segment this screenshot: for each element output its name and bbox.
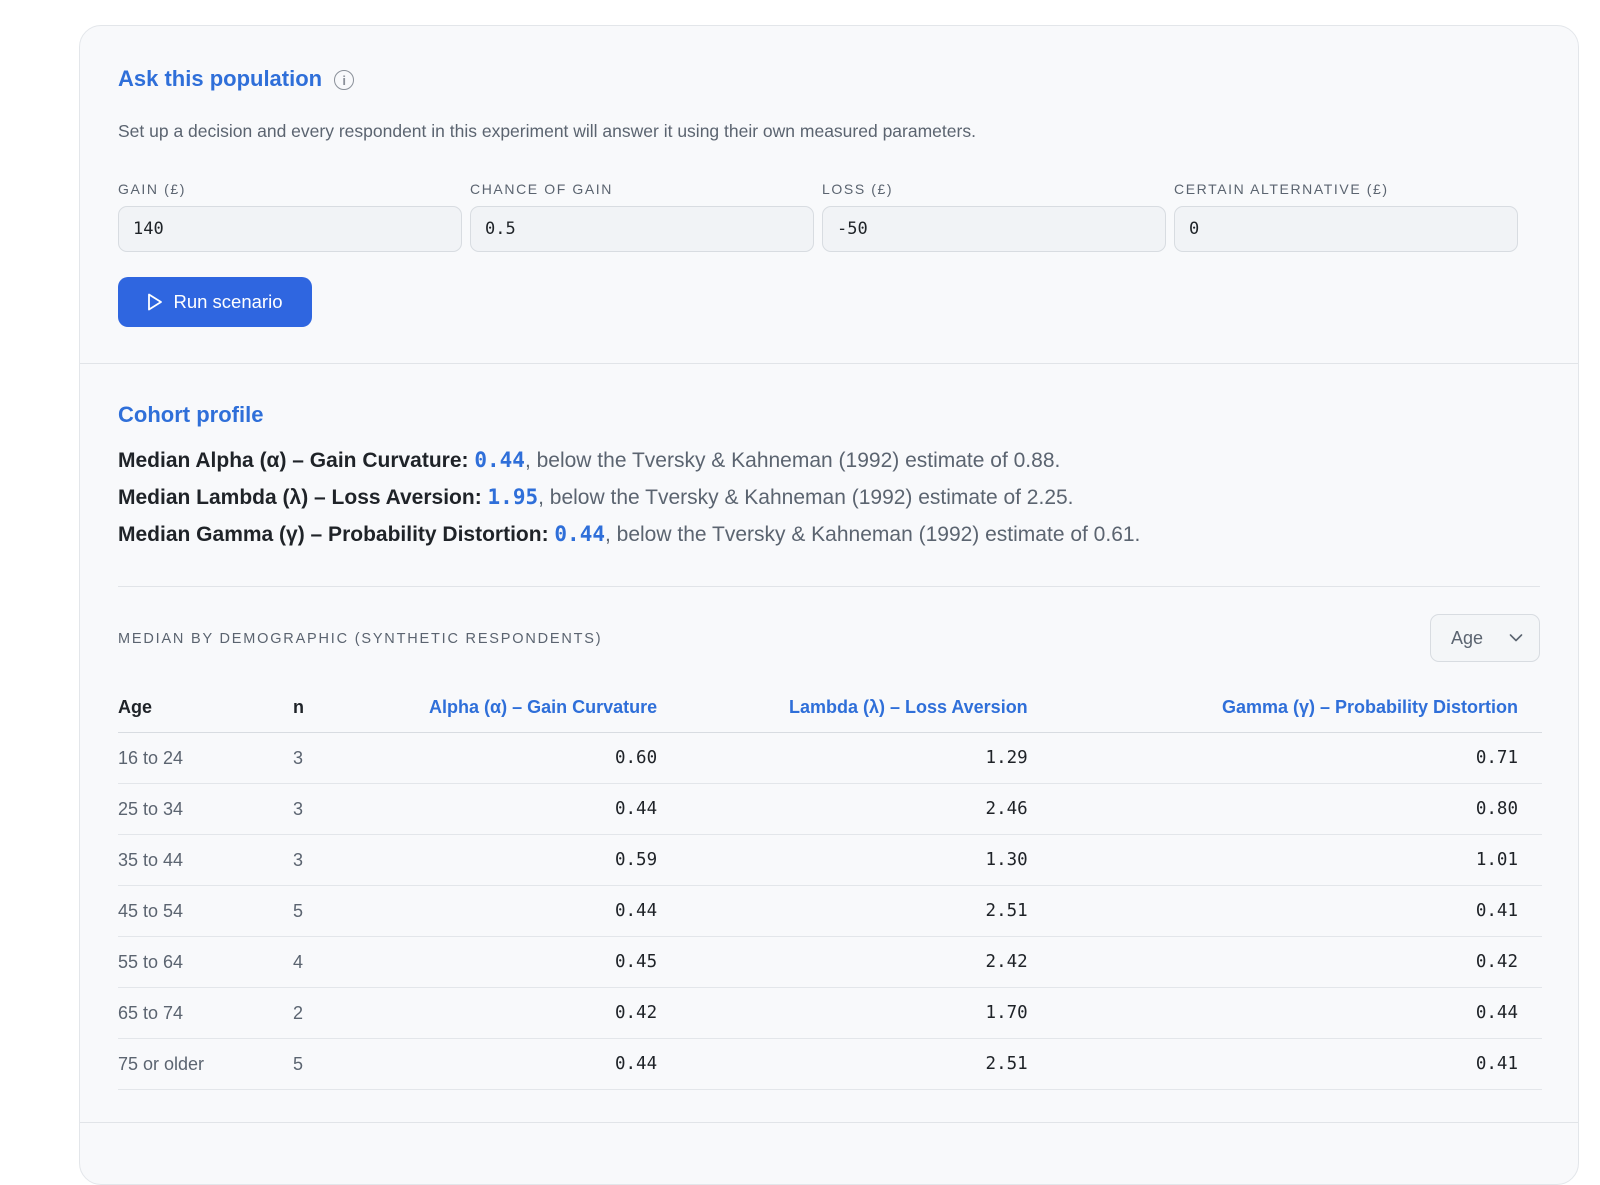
table-row: 75 or older 5 0.44 2.51 0.41 xyxy=(118,1038,1542,1090)
table-row: 55 to 64 4 0.45 2.42 0.42 xyxy=(118,936,1542,988)
cell-lambda: 1.30 xyxy=(657,834,1028,886)
loss-input[interactable]: -50 xyxy=(822,206,1166,252)
table-row: 16 to 24 3 0.60 1.29 0.71 xyxy=(118,732,1542,784)
demographic-select-value: Age xyxy=(1451,627,1484,648)
cell-n: 3 xyxy=(293,834,372,886)
gain-field: GAIN (£) 140 xyxy=(118,181,462,252)
chevron-down-icon xyxy=(1509,634,1523,642)
chance-input[interactable]: 0.5 xyxy=(470,206,814,252)
cell-gamma: 0.41 xyxy=(1027,885,1542,937)
cell-age: 35 to 44 xyxy=(118,834,294,886)
cell-age: 75 or older xyxy=(118,1038,294,1090)
certain-alternative-label: CERTAIN ALTERNATIVE (£) xyxy=(1174,181,1389,197)
cell-alpha: 0.59 xyxy=(371,834,658,886)
stat-alpha-label: Median Alpha (α) – Gain Curvature: xyxy=(118,449,469,472)
cell-lambda: 2.51 xyxy=(657,885,1028,937)
cell-lambda: 2.46 xyxy=(657,783,1028,835)
stat-alpha-suffix: , below the Tversky & Kahneman (1992) es… xyxy=(524,449,1061,472)
cell-gamma: 0.44 xyxy=(1027,987,1542,1039)
col-n-header[interactable]: n xyxy=(293,682,372,733)
cell-age: 25 to 34 xyxy=(118,783,294,835)
certain-alternative-field: CERTAIN ALTERNATIVE (£) 0 xyxy=(1174,181,1518,252)
cell-alpha: 0.45 xyxy=(371,936,658,988)
demographic-table: Age n Alpha (α) – Gain Curvature Lambda … xyxy=(118,682,1542,1090)
table-row: 35 to 44 3 0.59 1.30 1.01 xyxy=(118,834,1542,886)
cell-n: 3 xyxy=(293,732,372,784)
info-circle-icon[interactable]: i xyxy=(334,70,355,90)
run-scenario-button[interactable]: Run scenario xyxy=(118,277,312,327)
cell-alpha: 0.42 xyxy=(371,987,658,1039)
stat-alpha-value: 0.44 xyxy=(474,448,525,472)
stat-lambda-label: Median Lambda (λ) – Loss Aversion: xyxy=(118,486,482,509)
gain-input[interactable]: 140 xyxy=(118,206,462,252)
cell-gamma: 0.80 xyxy=(1027,783,1542,835)
bottom-divider xyxy=(80,1122,1578,1123)
cell-alpha: 0.60 xyxy=(371,732,658,784)
cell-n: 5 xyxy=(293,885,372,937)
cohort-profile-title: Cohort profile xyxy=(118,402,264,427)
table-row: 45 to 54 5 0.44 2.51 0.41 xyxy=(118,885,1542,937)
stat-gamma-suffix: , below the Tversky & Kahneman (1992) es… xyxy=(604,523,1141,546)
cohort-divider xyxy=(118,586,1540,587)
play-icon xyxy=(148,293,163,311)
ask-header: Ask this population i xyxy=(118,66,355,92)
stat-gamma-value: 0.44 xyxy=(554,522,605,546)
ask-population-card: Ask this population i Set up a decision … xyxy=(79,25,1579,1185)
cell-gamma: 0.42 xyxy=(1027,936,1542,988)
cell-lambda: 2.42 xyxy=(657,936,1028,988)
col-age-header[interactable]: Age xyxy=(118,682,294,733)
stat-gamma: Median Gamma (γ) – Probability Distortio… xyxy=(118,522,1140,547)
col-alpha-header[interactable]: Alpha (α) – Gain Curvature xyxy=(371,682,658,733)
cell-age: 65 to 74 xyxy=(118,987,294,1039)
cell-alpha: 0.44 xyxy=(371,783,658,835)
cell-alpha: 0.44 xyxy=(371,1038,658,1090)
cell-lambda: 1.70 xyxy=(657,987,1028,1039)
chance-label: CHANCE OF GAIN xyxy=(470,181,613,197)
cell-n: 2 xyxy=(293,987,372,1039)
cell-n: 4 xyxy=(293,936,372,988)
ask-title: Ask this population xyxy=(118,66,323,91)
cell-age: 45 to 54 xyxy=(118,885,294,937)
section-divider xyxy=(80,363,1578,364)
cell-n: 5 xyxy=(293,1038,372,1090)
cell-age: 16 to 24 xyxy=(118,732,294,784)
cell-gamma: 0.41 xyxy=(1027,1038,1542,1090)
stat-lambda-value: 1.95 xyxy=(487,485,539,509)
cell-n: 3 xyxy=(293,783,372,835)
chance-field: CHANCE OF GAIN 0.5 xyxy=(470,181,814,252)
gain-label: GAIN (£) xyxy=(118,181,187,197)
cell-gamma: 1.01 xyxy=(1027,834,1542,886)
demographic-select[interactable]: Age xyxy=(1430,614,1540,662)
cell-lambda: 1.29 xyxy=(657,732,1028,784)
table-row: 65 to 74 2 0.42 1.70 0.44 xyxy=(118,987,1542,1039)
loss-field: LOSS (£) -50 xyxy=(822,181,1166,252)
table-header-row: Age n Alpha (α) – Gain Curvature Lambda … xyxy=(118,682,1542,733)
certain-alternative-input[interactable]: 0 xyxy=(1174,206,1518,252)
ask-description: Set up a decision and every respondent i… xyxy=(118,121,976,141)
cell-age: 55 to 64 xyxy=(118,936,294,988)
stat-lambda: Median Lambda (λ) – Loss Aversion: 1.95,… xyxy=(118,485,1074,510)
loss-label: LOSS (£) xyxy=(822,181,894,197)
col-lambda-header[interactable]: Lambda (λ) – Loss Aversion xyxy=(657,682,1028,733)
cell-gamma: 0.71 xyxy=(1027,732,1542,784)
stat-lambda-suffix: , below the Tversky & Kahneman (1992) es… xyxy=(538,486,1074,509)
cell-alpha: 0.44 xyxy=(371,885,658,937)
col-gamma-header[interactable]: Gamma (γ) – Probability Distortion xyxy=(1027,682,1542,733)
stat-gamma-label: Median Gamma (γ) – Probability Distortio… xyxy=(118,523,549,546)
cell-lambda: 2.51 xyxy=(657,1038,1028,1090)
demographic-label: MEDIAN BY DEMOGRAPHIC (SYNTHETIC RESPOND… xyxy=(118,631,603,647)
stat-alpha: Median Alpha (α) – Gain Curvature: 0.44,… xyxy=(118,448,1060,473)
run-scenario-label: Run scenario xyxy=(173,291,283,312)
table-row: 25 to 34 3 0.44 2.46 0.80 xyxy=(118,783,1542,835)
